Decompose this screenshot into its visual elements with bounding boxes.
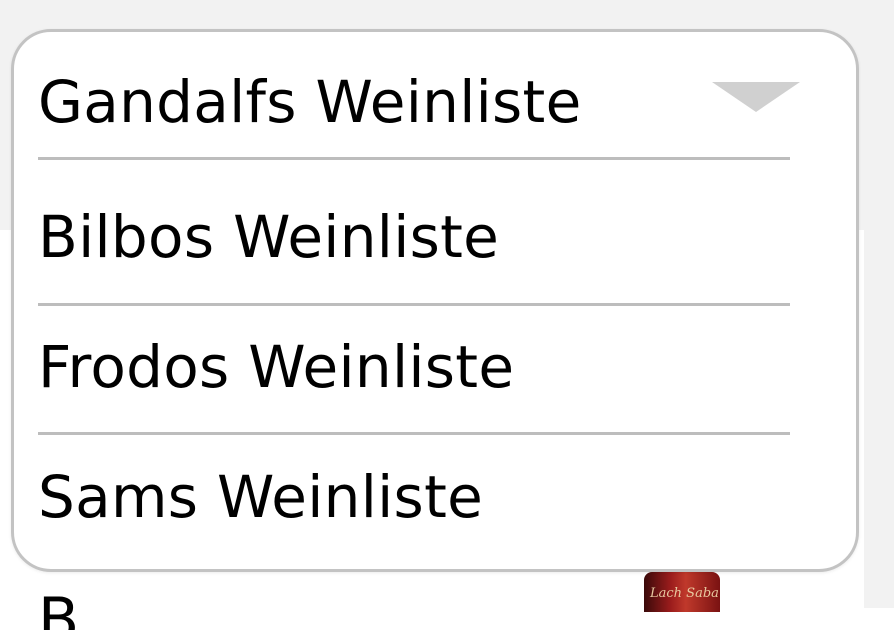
dropdown-option-bilbo[interactable]: Bilbos Weinliste [38,182,790,292]
divider [38,303,790,306]
divider [38,157,790,160]
divider [38,432,790,435]
chevron-down-icon[interactable] [712,82,800,112]
page-right-strip [864,0,894,608]
selected-list-label: Gandalfs Weinliste [38,68,582,136]
dropdown-option-sam[interactable]: Sams Weinliste [38,442,790,552]
option-label: Bilbos Weinliste [38,203,500,271]
bottle-label: Lach Saba [650,586,719,601]
wine-bottle-image: Lach Saba [644,572,720,612]
wine-list-dropdown: Gandalfs Weinliste Bilbos Weinliste Frod… [11,29,859,572]
option-label: Frodos Weinliste [38,333,515,401]
background-heading: B [38,590,80,630]
option-label: Sams Weinliste [38,463,484,531]
dropdown-option-frodo[interactable]: Frodos Weinliste [38,312,790,422]
dropdown-selected-item[interactable]: Gandalfs Weinliste [38,42,790,162]
